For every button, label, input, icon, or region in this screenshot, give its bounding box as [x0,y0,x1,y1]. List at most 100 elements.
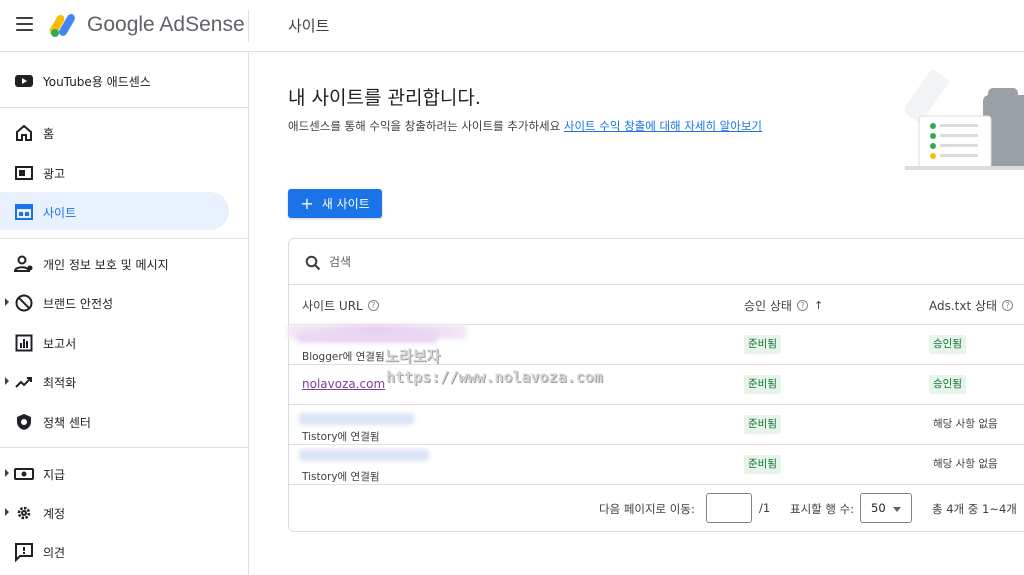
sidebar-item-sites[interactable]: 사이트 [0,192,229,230]
adsense-logo[interactable] [50,12,78,38]
column-header-label: Ads.txt 상태 [929,299,998,313]
sidebar-item-youtube[interactable]: YouTube용 애드센스 [0,61,229,99]
search-icon [305,255,321,271]
home-icon [16,124,32,141]
sidebar-item-brand-safety[interactable]: 브랜드 안전성 [0,283,229,321]
rows-per-page-label: 표시할 행 수: [790,502,855,516]
expand-arrow-icon[interactable] [5,298,9,306]
menu-icon[interactable] [16,17,33,31]
sidebar-divider [0,107,248,108]
sidebar-item-label: 지급 [43,468,66,482]
table-row[interactable]: Tistory에 연결됨 준비됨 해당 사항 없음 [289,445,1024,485]
table-row[interactable]: Tistory에 연결됨 준비됨 해당 사항 없음 [289,405,1024,445]
site-connection-label: Tistory에 연결됨 [302,431,380,443]
page-number-input[interactable] [706,493,752,523]
app-header: Google AdSense 사이트 [0,0,1024,52]
brand-name: Google AdSense [87,13,245,36]
column-header-site-url[interactable]: 사이트 URL ? [302,297,379,314]
sidebar-item-label: 홈 [43,127,55,141]
search-input[interactable] [329,253,629,271]
sites-table: 사이트 URL ? 승인 상태 ? ↑ Ads.txt 상태 ? Blogger… [287,238,1024,532]
sites-icon [15,204,33,220]
sidebar-item-payments[interactable]: 지급 [0,454,229,492]
ads-txt-status-badge: 해당 사항 없음 [933,418,998,430]
site-connection-label: Blogger에 연결됨 [302,351,385,363]
sidebar-item-home[interactable]: 홈 [0,113,229,151]
site-url-link[interactable]: nolavoza.com [302,377,385,391]
sidebar-item-label: 의견 [43,546,66,560]
sidebar-item-feedback[interactable]: 의견 [0,532,229,570]
ads-txt-status-badge: 해당 사항 없음 [933,458,998,470]
ads-icon [15,166,33,180]
sidebar-item-label: 사이트 [43,206,77,220]
redacted-site-url [299,449,429,461]
feedback-icon [15,543,33,562]
sidebar-item-label: 브랜드 안전성 [43,297,114,311]
learn-more-link[interactable]: 사이트 수익 창출에 대해 자세히 알아보기 [564,119,762,133]
column-header-label: 사이트 URL [302,299,363,313]
sidebar-item-label: 보고서 [43,337,77,351]
redacted-site-url [299,413,414,425]
sidebar-item-optimization[interactable]: 최적화 [0,362,229,400]
expand-arrow-icon[interactable] [5,508,9,516]
sidebar-item-account[interactable]: 계정 [0,493,229,531]
payments-icon [14,468,34,480]
sidebar-item-label: 계정 [43,507,66,521]
sidebar-item-policy[interactable]: 정책 센터 [0,402,229,440]
page-title: 사이트 [288,17,330,35]
help-icon[interactable]: ? [796,300,808,311]
ads-txt-status-badge: 승인됨 [929,335,966,354]
sidebar-divider [0,238,248,239]
youtube-icon [15,75,33,87]
watermark-url: https://www.nolavoza.com [386,368,603,386]
ads-txt-status-badge: 승인됨 [929,375,966,394]
sort-ascending-icon[interactable]: ↑ [814,299,823,312]
expand-arrow-icon[interactable] [5,469,9,477]
rows-per-page-value: 50 [871,501,886,515]
main-description: 애드센스를 통해 수익을 창출하려는 사이트를 추가하세요 사이트 수익 창출에… [288,118,762,134]
new-site-button[interactable]: + 새 사이트 [288,189,382,218]
expand-arrow-icon[interactable] [5,377,9,385]
reports-icon [15,334,33,352]
column-header-ads-txt-status[interactable]: Ads.txt 상태 ? [929,297,1014,314]
sidebar-item-label: 광고 [43,167,66,181]
search-bar [289,239,1024,285]
description-text: 애드센스를 통해 수익을 창출하려는 사이트를 추가하세요 [288,119,561,133]
sidebar-item-reports[interactable]: 보고서 [0,323,229,361]
policy-icon [17,414,31,430]
results-range: 총 4개 중 1~4개 [932,502,1017,516]
sidebar: YouTube용 애드센스 홈 광고 사이트 개인 정보 보호 및 메시지 브랜… [0,52,249,575]
approval-status-badge: 준비됨 [744,415,781,434]
watermark-name: 노라보자 [385,347,441,365]
gear-icon [17,506,31,520]
sidebar-item-ads[interactable]: 광고 [0,153,229,191]
pagination: 다음 페이지로 이동: /1 표시할 행 수: 50 총 4개 중 1~4개 [289,485,1024,531]
help-icon[interactable]: ? [1002,300,1014,311]
privacy-icon [14,255,33,272]
sidebar-item-label: 개인 정보 보호 및 메시지 [43,258,169,272]
block-icon [15,294,33,312]
site-connection-label: Tistory에 연결됨 [302,471,380,483]
page-total: /1 [759,501,771,515]
new-site-label: 새 사이트 [321,197,370,211]
redacted-site-url [297,333,437,343]
approval-status-badge: 준비됨 [744,375,781,394]
sidebar-item-label: 최적화 [43,376,77,390]
approval-status-badge: 준비됨 [744,455,781,474]
rows-per-page-select[interactable]: 50 [860,493,912,523]
sidebar-divider [0,447,248,448]
approval-status-badge: 준비됨 [744,335,781,354]
column-header-approval-status[interactable]: 승인 상태 ? ↑ [744,297,823,314]
plus-icon: + [300,193,314,213]
sites-illustration [905,70,1024,170]
help-icon[interactable]: ? [367,300,379,311]
column-header-label: 승인 상태 [744,299,792,313]
sidebar-item-privacy[interactable]: 개인 정보 보호 및 메시지 [0,244,229,282]
goto-page-label: 다음 페이지로 이동: [599,502,695,516]
main-title: 내 사이트를 관리합니다. [288,87,481,109]
trending-icon [15,377,32,388]
sidebar-item-label: YouTube용 애드센스 [43,75,151,89]
chevron-down-icon [893,507,901,512]
sidebar-item-label: 정책 센터 [43,416,91,430]
header-divider [248,10,249,42]
